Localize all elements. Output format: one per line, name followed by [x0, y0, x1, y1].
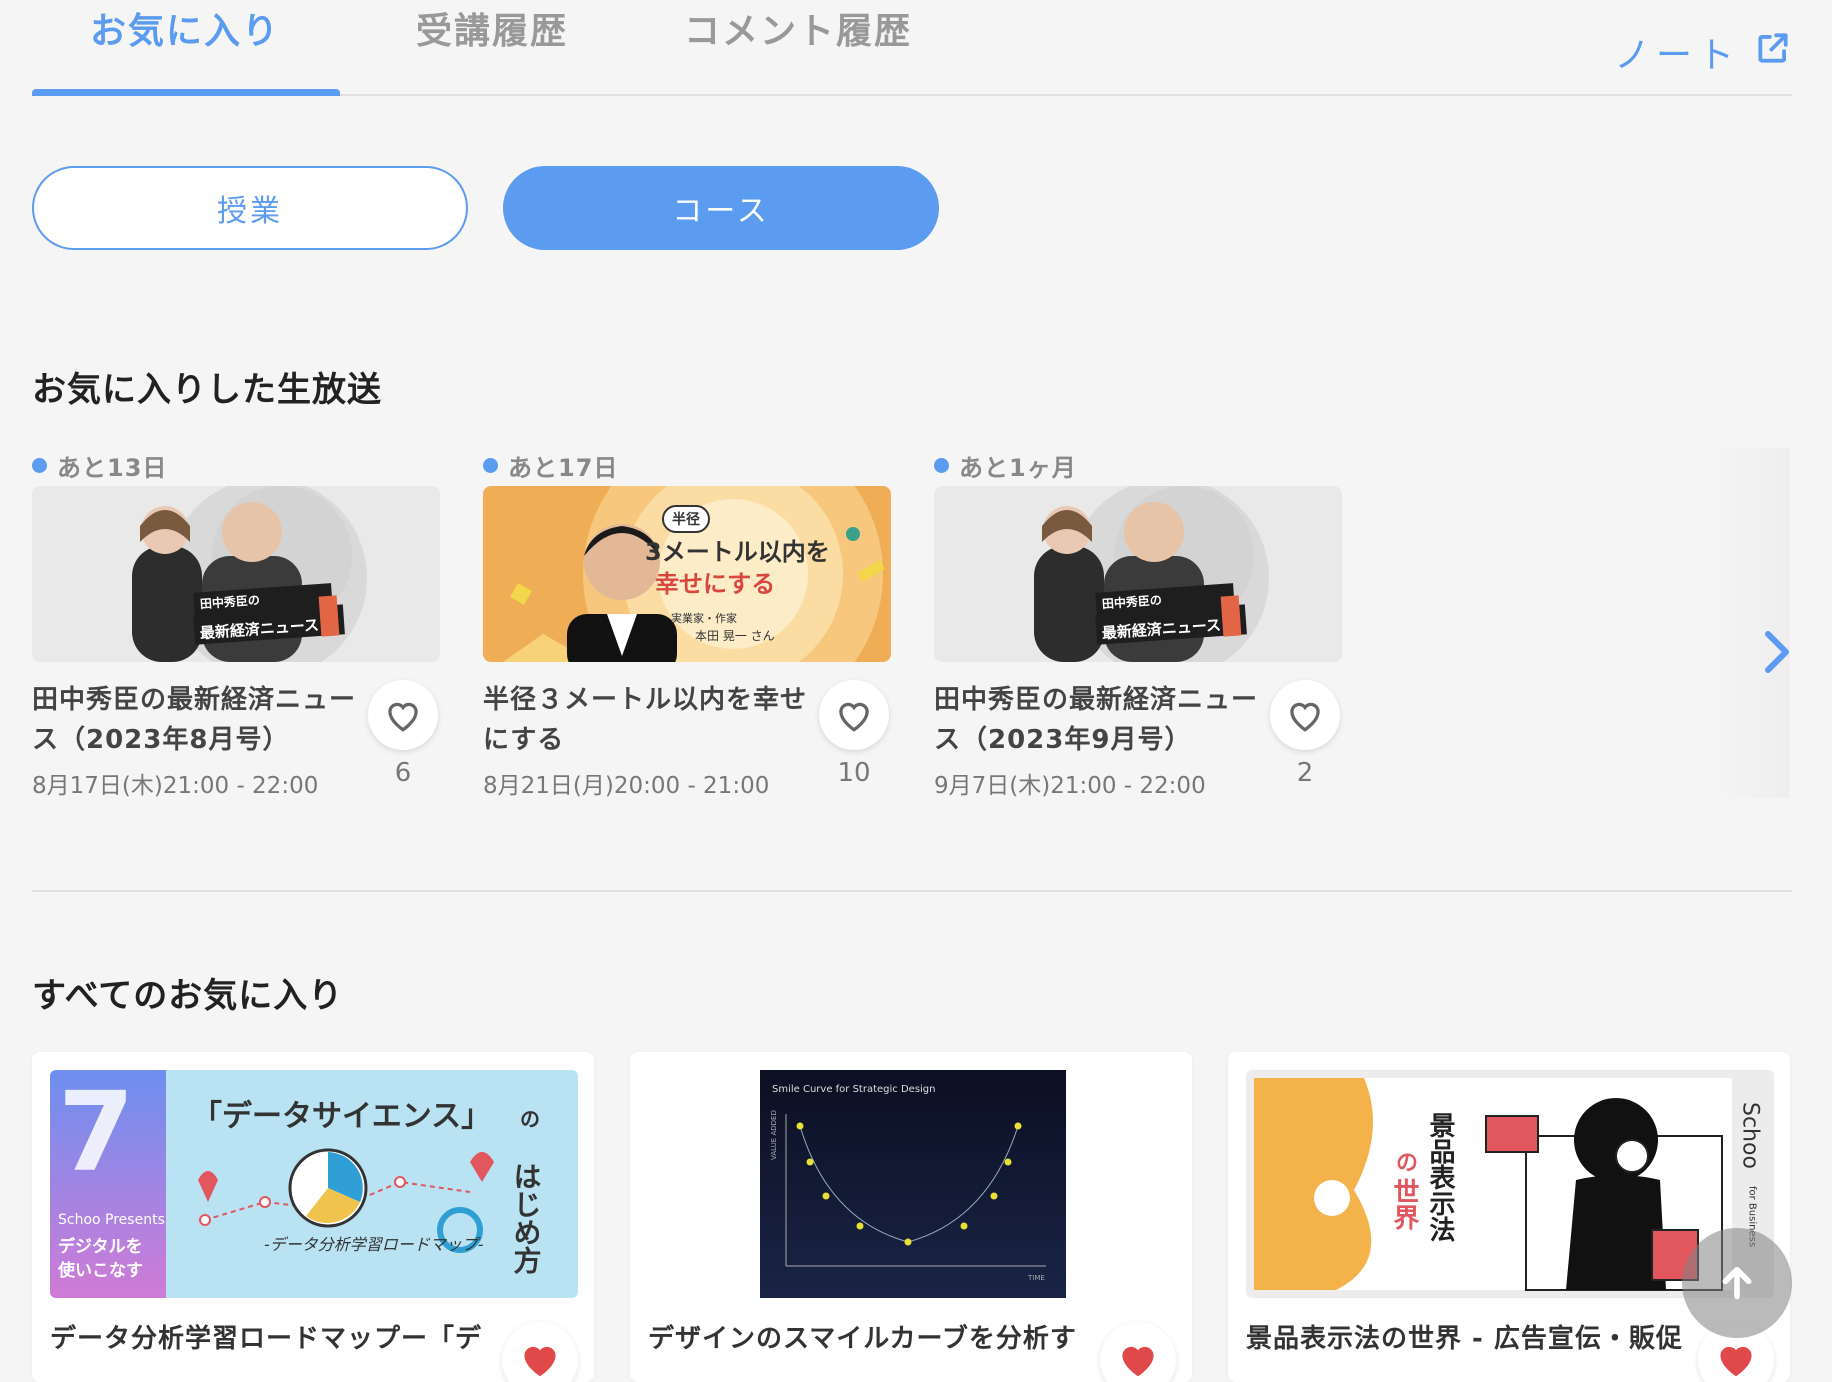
course-thumbnail: Smile Curve for Strategic Design TIME VA… — [648, 1070, 1176, 1298]
tab-favorites[interactable]: お気に入り — [90, 2, 280, 54]
thumb-tag: 使いこなす — [57, 1260, 143, 1281]
live-date: 8月17日(木)21:00 - 22:00 — [32, 773, 319, 799]
countdown-label: あと17日 — [508, 454, 619, 482]
live-title-line: ス（2023年8月号） — [32, 725, 290, 755]
favorite-button[interactable] — [819, 680, 889, 750]
thumb-vertical: 景品表示法 — [1425, 1112, 1455, 1243]
thumb-heading: Smile Curve for Strategic Design — [772, 1084, 936, 1095]
thumb-y-axis: VALUE ADDED — [770, 1110, 778, 1160]
course-title[interactable]: デザインのスマイルカーブを分析す — [648, 1318, 1077, 1355]
favorite-course-card[interactable]: 7 Schoo Presents デジタルを 使いこなす 「データサイエンス」 … — [32, 1052, 594, 1382]
countdown-label: あと13日 — [57, 454, 168, 482]
favorite-course-card[interactable]: の 世界 景品表示法 Schoo for Business 景品表示法の世界 -… — [1228, 1052, 1790, 1382]
thumb-heading: 「データサイエンス」 — [192, 1099, 491, 1134]
live-dot-icon — [483, 458, 498, 473]
live-title-line: ス（2023年9月号） — [934, 725, 1192, 755]
countdown: あと1ヶ月 — [934, 448, 1077, 483]
thumb-number: 7 — [58, 1070, 135, 1196]
thumb-role: 実業家・作家 — [671, 611, 737, 625]
heart-filled-icon — [524, 1346, 556, 1377]
scroll-to-top-button[interactable] — [1682, 1228, 1792, 1338]
thumb-vertical: はじめ方 — [510, 1162, 543, 1274]
unfavorite-button[interactable] — [1100, 1322, 1176, 1382]
live-title[interactable]: 田中秀臣の最新経済ニュー ス（2023年9月号） — [934, 680, 1264, 760]
courses-filter-button[interactable]: コース — [503, 166, 939, 250]
heart-outline-icon — [1290, 702, 1320, 732]
live-thumbnail[interactable]: 半径 3メートル以内を 幸せにする 実業家・作家 本田 晃一 さん — [483, 486, 891, 662]
carousel-fade — [1710, 448, 1790, 798]
live-title-line: 半径３メートル以内を幸せ — [483, 685, 808, 715]
course-title[interactable]: データ分析学習ロードマップー「デ — [50, 1318, 482, 1355]
section-divider — [32, 890, 1792, 892]
external-link-icon — [1754, 29, 1792, 76]
favorite-count: 10 — [837, 758, 871, 788]
heart-filled-icon — [1122, 1346, 1154, 1377]
thumb-heading: 幸せにする — [655, 570, 775, 598]
live-card[interactable]: あと13日 田中秀臣の 最新経済ニュース 田中秀臣の最新経済ニュー ス（2023… — [32, 448, 440, 808]
live-title[interactable]: 田中秀臣の最新経済ニュー ス（2023年8月号） — [32, 680, 362, 760]
thumb-subtitle: -データ分析学習ロードマップ- — [264, 1235, 484, 1254]
thumb-x-axis: TIME — [1027, 1274, 1045, 1282]
all-favorites-title: すべてのお気に入り — [32, 976, 344, 1016]
favorite-button[interactable] — [368, 680, 438, 750]
note-link[interactable]: ノート — [1614, 26, 1792, 78]
live-card[interactable]: あと1ヶ月 田中秀臣の 最新経済ニュース 田中秀臣の最新経済ニュー ス（2023… — [934, 448, 1342, 808]
thumb-heading: 3メートル以内を — [645, 538, 830, 566]
live-dot-icon — [934, 458, 949, 473]
favorite-button[interactable] — [1270, 680, 1340, 750]
live-date: 8月21日(月)20:00 - 21:00 — [483, 773, 770, 799]
heart-outline-icon — [388, 702, 418, 732]
thumb-brand: Schoo Presents — [58, 1212, 165, 1228]
arrow-up-icon — [1722, 1266, 1752, 1300]
active-tab-indicator — [32, 89, 340, 96]
thumb-brand: Schoo — [1738, 1102, 1763, 1169]
tab-bar: お気に入り 受講履歴 コメント履歴 ノート — [32, 0, 1792, 96]
live-title[interactable]: 半径３メートル以内を幸せ にする — [483, 680, 813, 760]
live-dot-icon — [32, 458, 47, 473]
heart-filled-icon — [1720, 1346, 1752, 1377]
live-date: 9月7日(木)21:00 - 22:00 — [934, 773, 1206, 799]
thumb-badge: 半径 — [672, 511, 700, 528]
live-card[interactable]: あと17日 半径 3メートル以内を 幸せにする 実業家・作家 本田 晃一 さん … — [483, 448, 891, 808]
thumb-world: 世界 — [1389, 1178, 1419, 1231]
course-title[interactable]: 景品表示法の世界 - 広告宣伝・販促 — [1246, 1318, 1683, 1355]
live-title-line: 田中秀臣の最新経済ニュー — [934, 685, 1259, 715]
favorite-course-card[interactable]: Smile Curve for Strategic Design TIME VA… — [630, 1052, 1192, 1382]
thumb-name: 本田 晃一 さん — [695, 629, 775, 643]
thumb-no: の — [1396, 1151, 1418, 1176]
favorite-count: 2 — [1296, 758, 1314, 788]
live-thumbnail[interactable]: 田中秀臣の 最新経済ニュース — [934, 486, 1342, 662]
tab-comments[interactable]: コメント履歴 — [684, 2, 912, 54]
live-title-line: にする — [483, 725, 565, 755]
countdown-label: あと1ヶ月 — [959, 454, 1077, 482]
chevron-right-icon[interactable] — [1762, 628, 1792, 680]
countdown: あと17日 — [483, 448, 618, 483]
live-title-line: 田中秀臣の最新経済ニュー — [32, 685, 357, 715]
live-thumbnail[interactable]: 田中秀臣の 最新経済ニュース — [32, 486, 440, 662]
thumb-no: の — [520, 1107, 540, 1131]
unfavorite-button[interactable] — [502, 1322, 578, 1382]
live-section-title: お気に入りした生放送 — [32, 370, 382, 410]
note-link-label: ノート — [1613, 35, 1740, 76]
favorite-count: 6 — [394, 758, 412, 788]
thumb-tag: デジタルを — [58, 1236, 143, 1257]
countdown: あと13日 — [32, 448, 167, 483]
course-thumbnail: 7 Schoo Presents デジタルを 使いこなす 「データサイエンス」 … — [50, 1070, 578, 1298]
tab-history[interactable]: 受講履歴 — [416, 2, 568, 54]
heart-outline-icon — [839, 702, 869, 732]
classes-filter-button[interactable]: 授業 — [32, 166, 468, 250]
